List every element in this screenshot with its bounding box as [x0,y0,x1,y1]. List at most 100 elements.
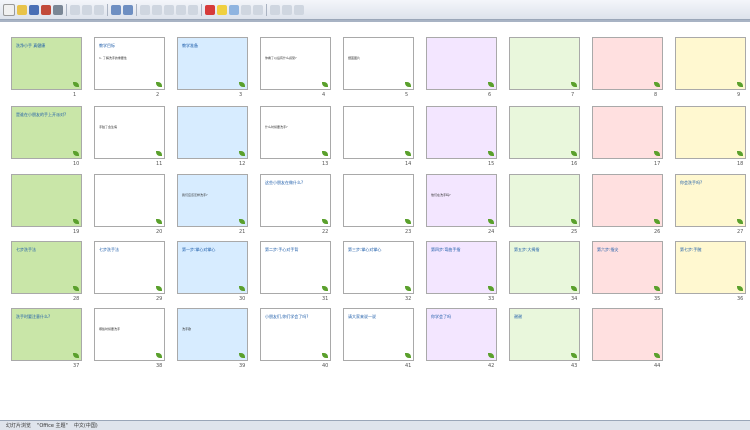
slide-thumbnail[interactable] [177,106,248,159]
slide-thumbnail[interactable] [592,37,663,90]
select-icon[interactable] [294,4,304,15]
slide-number: 16 [571,161,578,167]
slide-thumbnail[interactable]: 洗手时要注意什么? [11,308,82,361]
permission-icon[interactable] [41,4,51,15]
leaf-decoration-icon [405,151,411,156]
slide-subtitle: 1. 了解洗手的重要性 [99,56,127,60]
toolbar-separator [201,3,202,16]
print-icon[interactable] [53,4,63,15]
shape-icon[interactable] [229,4,239,15]
leaf-decoration-icon [405,82,411,87]
open-icon[interactable] [17,4,27,15]
slide-title: 是谁在小朋友的手上开派对? [16,112,67,117]
slide-thumbnail[interactable]: 是谁在小朋友的手上开派对? [11,106,82,159]
undo-icon[interactable] [111,4,121,15]
slide-title: 请大家来说一说 [348,314,376,319]
slide-thumbnail[interactable]: 七步洗手法 [94,241,165,294]
slide-thumbnail[interactable]: 这些小朋友在做什么? [260,174,331,227]
slide-thumbnail[interactable]: 我们应该怎样洗手? [177,174,248,227]
slide-thumbnail[interactable] [94,174,165,227]
new-icon[interactable] [3,3,15,16]
leaf-decoration-icon [654,82,660,87]
align-center-icon[interactable] [152,4,162,15]
slide-thumbnail[interactable] [509,37,580,90]
fill-color-icon[interactable] [217,4,227,15]
slide-thumbnail[interactable]: 哪些时候要洗手 [94,308,165,361]
redo-icon[interactable] [123,4,133,15]
slide-thumbnail[interactable]: 第七步:手腕 [675,241,746,294]
slide-thumbnail[interactable]: 第四步:弯曲手指 [426,241,497,294]
slide-thumbnail[interactable] [509,106,580,159]
align-right-icon[interactable] [164,4,174,15]
slide-number: 8 [654,92,658,98]
slide-thumbnail[interactable]: 第二步:手心对手背 [260,241,331,294]
slide-thumbnail[interactable]: 他们在洗手吗? [426,174,497,227]
slide-thumbnail[interactable]: 第一步:掌心对掌心 [177,241,248,294]
leaf-decoration-icon [488,82,494,87]
slide-subtitle: 洗手歌 [182,327,192,331]
slide-thumbnail[interactable]: 教学目标 1. 了解洗手的重要性 [94,37,165,90]
numbering-icon[interactable] [188,4,198,15]
slide-number: 3 [239,92,243,98]
leaf-decoration-icon [654,353,660,358]
slide-thumbnail[interactable] [509,174,580,227]
slide-thumbnail[interactable] [426,37,497,90]
italic-icon[interactable] [82,4,92,15]
slide-thumbnail[interactable] [426,106,497,159]
slide-thumbnail[interactable] [675,37,746,90]
leaf-decoration-icon [156,286,162,291]
slide-number: 15 [488,161,495,167]
font-color-icon[interactable] [205,4,215,15]
slide-thumbnail[interactable]: 洗净小手 真健康 [11,37,82,90]
slide-thumbnail[interactable]: 你学会了吗 [426,308,497,361]
align-left-icon[interactable] [140,4,150,15]
slide-title: 这些小朋友在做什么? [265,180,304,185]
slide-thumbnail[interactable]: 第三步:掌心对掌心 [343,241,414,294]
slide-thumbnail[interactable]: 手脏了会生病 [94,106,165,159]
slide-thumbnail[interactable]: 教学准备 [177,37,248,90]
slide-title: 谢谢 [514,314,522,319]
slide-thumbnail[interactable] [675,106,746,159]
toolbar-separator [266,3,267,16]
slide-number: 13 [322,161,329,167]
slide-thumbnail[interactable] [592,106,663,159]
slide-thumbnail[interactable]: 你会洗手吗? [675,174,746,227]
quick-styles-icon[interactable] [253,4,263,15]
slide-thumbnail[interactable] [592,174,663,227]
replace-icon[interactable] [282,4,292,15]
leaf-decoration-icon [239,353,245,358]
leaf-decoration-icon [405,219,411,224]
leaf-decoration-icon [737,219,743,224]
save-icon[interactable] [29,4,39,15]
leaf-decoration-icon [654,151,660,156]
slide-thumbnail[interactable]: 第六步:指尖 [592,241,663,294]
slide-thumbnail[interactable]: 七步洗手法 [11,241,82,294]
find-icon[interactable] [270,4,280,15]
slide-thumbnail[interactable]: 谢谢 [509,308,580,361]
slide-number: 6 [488,92,492,98]
slide-title: 第七步:手腕 [680,247,702,252]
slide-title: 教学准备 [182,43,198,48]
underline-icon[interactable] [94,4,104,15]
slide-thumbnail[interactable] [592,308,663,361]
bullets-icon[interactable] [176,4,186,15]
slide-thumbnail[interactable]: 细菌图片 [343,37,414,90]
bold-icon[interactable] [70,4,80,15]
leaf-decoration-icon [571,151,577,156]
arrange-icon[interactable] [241,4,251,15]
slide-thumbnail[interactable]: 你看了以后有什么感受? [260,37,331,90]
slide-thumbnail[interactable] [11,174,82,227]
slide-number: 26 [654,229,661,235]
slide-thumbnail[interactable]: 请大家来说一说 [343,308,414,361]
slide-thumbnail[interactable]: 洗手歌 [177,308,248,361]
slide-number: 12 [239,161,246,167]
slide-thumbnail[interactable]: 什么时候要洗手? [260,106,331,159]
slide-subtitle: 手脏了会生病 [99,125,118,129]
slide-thumbnail[interactable]: 第五步:大拇指 [509,241,580,294]
slide-number: 41 [405,363,412,369]
slide-title: 第一步:掌心对掌心 [182,247,216,252]
slide-thumbnail[interactable] [343,106,414,159]
slide-thumbnail[interactable] [343,174,414,227]
slide-title: 七步洗手法 [99,247,119,252]
slide-thumbnail[interactable]: 小朋友们,你们学会了吗? [260,308,331,361]
